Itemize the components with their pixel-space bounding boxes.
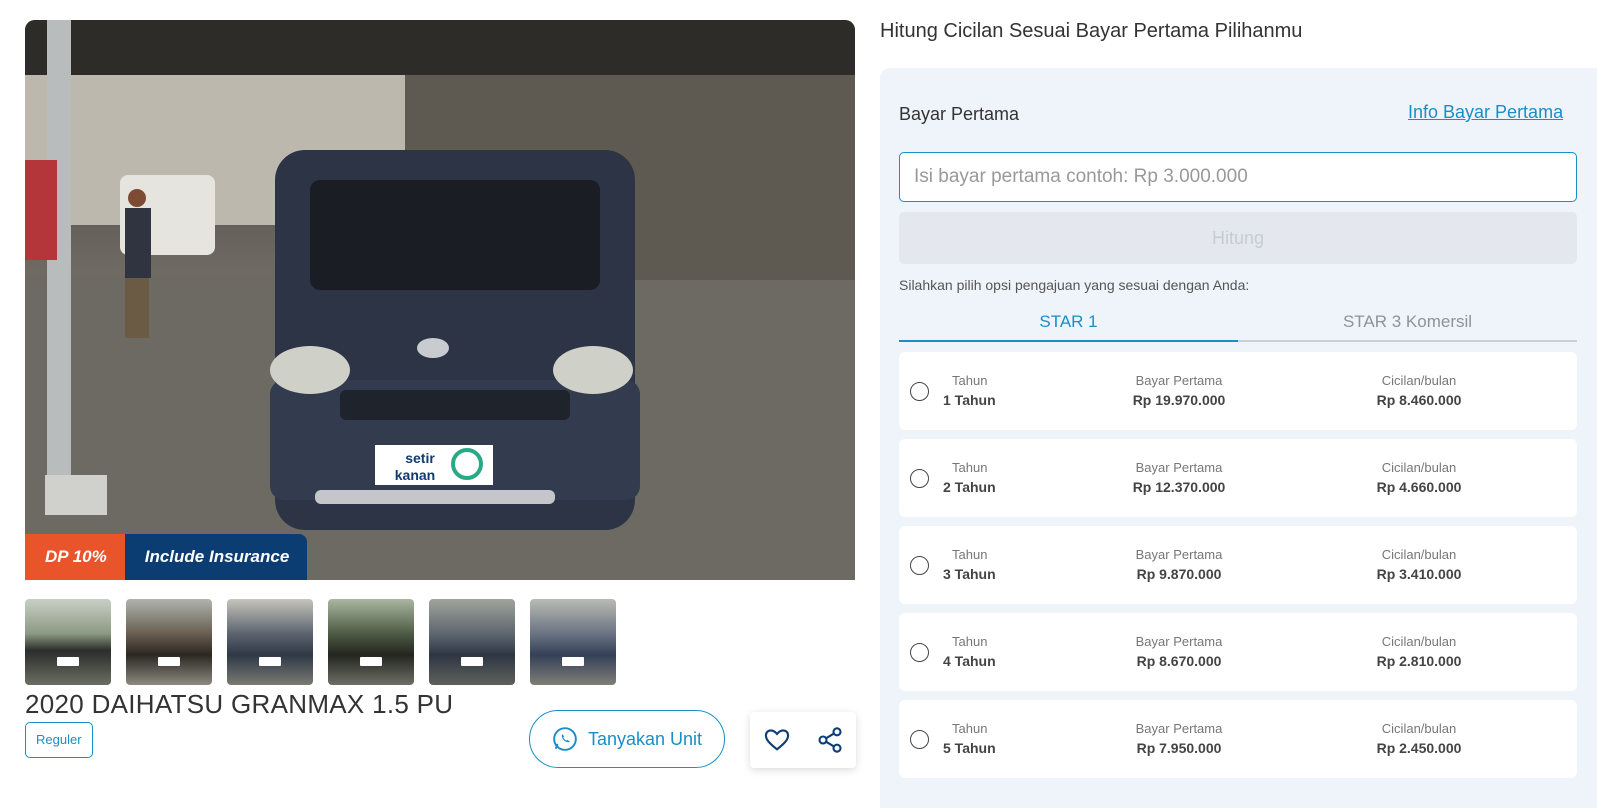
thumbnail[interactable]	[126, 599, 212, 685]
share-icon[interactable]	[816, 726, 844, 754]
tenor-label: Tahun	[952, 373, 988, 388]
dp-label: Bayar Pertama	[1135, 547, 1223, 562]
bayar-pertama-label: Bayar Pertama	[899, 104, 1020, 124]
option-radio[interactable]	[910, 643, 929, 662]
dp-value: Rp 7.950.000	[1136, 740, 1222, 756]
thumbnail[interactable]	[328, 599, 414, 685]
tenor-value: 3 Tahun	[943, 566, 996, 582]
whatsapp-icon	[553, 727, 577, 751]
program-tabs: STAR 1 STAR 3 Komersil	[899, 304, 1577, 342]
dp-label: Bayar Pertama	[1135, 721, 1223, 736]
ask-unit-label: Tanyakan Unit	[587, 728, 703, 749]
tenor-label: Tahun	[952, 547, 988, 562]
tenor-option[interactable]: Tahun 1 Tahun Bayar Pertama Rp 19.970.000 …	[899, 352, 1577, 430]
ask-unit-button[interactable]: Tanyakan Unit	[529, 710, 725, 768]
insurance-badge: Include Insurance	[124, 534, 308, 580]
hitung-button[interactable]: Hitung	[899, 212, 1577, 264]
dp-value: Rp 12.370.000	[1132, 479, 1226, 495]
tenor-label: Tahun	[952, 634, 988, 649]
dp-value: Rp 19.970.000	[1132, 392, 1226, 408]
option-radio[interactable]	[910, 556, 929, 575]
tenor-value: 2 Tahun	[943, 479, 996, 495]
tab-star-1[interactable]: STAR 1	[899, 304, 1238, 342]
option-radio[interactable]	[910, 730, 929, 749]
tenor-value: 1 Tahun	[943, 392, 996, 408]
dp-value: Rp 9.870.000	[1136, 566, 1222, 582]
installment-value: Rp 3.410.000	[1376, 566, 1462, 582]
dp-badge: DP 10%	[25, 534, 125, 580]
bayar-pertama-input[interactable]	[899, 152, 1577, 202]
option-radio[interactable]	[910, 382, 929, 401]
info-bayar-pertama-link[interactable]: Info Bayar Pertama	[1408, 102, 1563, 123]
installment-value: Rp 2.450.000	[1376, 740, 1462, 756]
tenor-option[interactable]: Tahun 3 Tahun Bayar Pertama Rp 9.870.000 C…	[899, 526, 1577, 604]
dp-label: Bayar Pertama	[1135, 460, 1223, 475]
thumbnail[interactable]	[429, 599, 515, 685]
tab-star-3-komersil[interactable]: STAR 3 Komersil	[1238, 304, 1577, 340]
tenor-option[interactable]: Tahun 4 Tahun Bayar Pertama Rp 8.670.000 C…	[899, 613, 1577, 691]
thumbnail[interactable]	[227, 599, 313, 685]
option-radio[interactable]	[910, 469, 929, 488]
tenor-option[interactable]: Tahun 5 Tahun Bayar Pertama Rp 7.950.000 C…	[899, 700, 1577, 778]
installment-value: Rp 8.460.000	[1376, 392, 1462, 408]
thumbnail-strip	[25, 599, 855, 685]
tenor-option[interactable]: Tahun 2 Tahun Bayar Pertama Rp 12.370.000 …	[899, 439, 1577, 517]
installment-label: Cicilan/bulan	[1381, 634, 1457, 649]
svg-text:kanan: kanan	[395, 467, 435, 483]
installment-value: Rp 4.660.000	[1376, 479, 1462, 495]
main-photo[interactable]: setir kanan DP 10% Include Insurance	[25, 20, 855, 580]
action-buttons	[750, 712, 856, 768]
promo-badges: DP 10% Include Insurance	[25, 534, 308, 580]
dp-label: Bayar Pertama	[1135, 373, 1223, 388]
tenor-value: 5 Tahun	[943, 740, 996, 756]
installment-value: Rp 2.810.000	[1376, 653, 1462, 669]
tenor-label: Tahun	[952, 460, 988, 475]
installment-label: Cicilan/bulan	[1381, 547, 1457, 562]
dp-value: Rp 8.670.000	[1136, 653, 1222, 669]
option-hint: Silahkan pilih opsi pengajuan yang sesua…	[899, 277, 1250, 293]
installment-label: Cicilan/bulan	[1381, 721, 1457, 736]
thumbnail[interactable]	[530, 599, 616, 685]
installment-label: Cicilan/bulan	[1381, 373, 1457, 388]
thumbnail[interactable]	[25, 599, 111, 685]
heart-icon[interactable]	[763, 726, 791, 754]
category-tag: Reguler	[25, 722, 93, 758]
calculator-heading: Hitung Cicilan Sesuai Bayar Pertama Pili…	[880, 20, 1303, 42]
svg-text:setir: setir	[405, 450, 435, 466]
tenor-label: Tahun	[952, 721, 988, 736]
truck-photo-illustration: setir kanan	[25, 20, 855, 580]
product-title: 2020 DAIHATSU GRANMAX 1.5 PU	[25, 689, 454, 719]
tenor-value: 4 Tahun	[943, 653, 996, 669]
installment-calculator: Bayar Pertama Info Bayar Pertama Hitung …	[880, 68, 1597, 808]
product-gallery: setir kanan DP 10% Include Insurance 202…	[25, 20, 855, 720]
dp-label: Bayar Pertama	[1135, 634, 1223, 649]
installment-label: Cicilan/bulan	[1381, 460, 1457, 475]
